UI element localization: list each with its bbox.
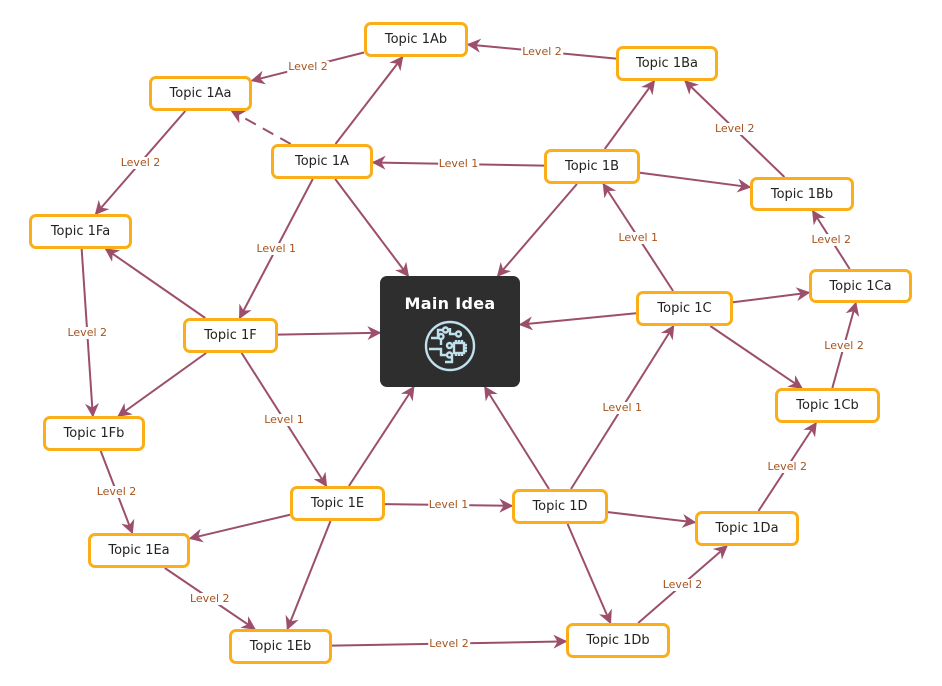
edge-label: Level 1 xyxy=(601,400,644,414)
topic-label: Topic 1D xyxy=(532,499,588,514)
main-idea-title: Main Idea xyxy=(404,294,496,313)
topic-node-1f[interactable]: Topic 1F xyxy=(183,318,278,353)
topic-label: Topic 1Aa xyxy=(169,86,232,101)
edge-1c-to-1ca[interactable] xyxy=(732,287,811,304)
topic-node-1bb[interactable]: Topic 1Bb xyxy=(750,177,854,211)
topic-label: Topic 1B xyxy=(564,159,620,174)
edge-label: Level 2 xyxy=(661,577,704,591)
topic-node-1aa[interactable]: Topic 1Aa xyxy=(149,76,252,111)
topic-node-1fa[interactable]: Topic 1Fa xyxy=(29,214,132,249)
topic-label: Topic 1Fb xyxy=(63,426,125,441)
edge-label: Level 2 xyxy=(521,44,563,58)
topic-node-1b[interactable]: Topic 1B xyxy=(544,149,640,184)
edge-label: Level 1 xyxy=(427,497,470,511)
main-idea-node[interactable]: Main Idea xyxy=(380,276,520,387)
topic-label: Topic 1Ab xyxy=(384,32,448,47)
topic-label: Topic 1Eb xyxy=(249,639,312,654)
topic-node-1e[interactable]: Topic 1E xyxy=(290,486,385,521)
edge-label: Level 2 xyxy=(66,325,109,339)
topic-label: Topic 1E xyxy=(310,496,365,511)
edge-1e-to-1ea[interactable] xyxy=(188,513,291,543)
edge-label: Level 2 xyxy=(95,485,138,498)
edge-1e-to-1eb[interactable] xyxy=(285,520,332,631)
edge-label: Level 2 xyxy=(766,460,809,473)
edge-label: Level 1 xyxy=(617,230,660,244)
topic-node-1ea[interactable]: Topic 1Ea xyxy=(88,533,190,568)
topic-node-1a[interactable]: Topic 1A xyxy=(271,144,373,179)
edge-1a-to-1ab[interactable] xyxy=(334,55,404,145)
topic-node-1eb[interactable]: Topic 1Eb xyxy=(229,629,332,664)
topic-node-1da[interactable]: Topic 1Da xyxy=(695,511,799,546)
edge-1c-to-main[interactable] xyxy=(518,312,637,331)
circuit-chip-icon xyxy=(424,320,476,372)
edge-1d-to-main[interactable] xyxy=(484,385,550,490)
topic-node-1ca[interactable]: Topic 1Ca xyxy=(809,269,912,303)
topic-node-1cb[interactable]: Topic 1Cb xyxy=(775,388,880,423)
topic-node-1fb[interactable]: Topic 1Fb xyxy=(43,416,145,451)
edge-label: Level 1 xyxy=(255,241,298,255)
edge-1c-to-1cb[interactable] xyxy=(709,325,803,389)
edge-1f-to-main[interactable] xyxy=(277,326,382,341)
edge-label: Level 2 xyxy=(287,59,329,73)
edge-1e-to-main[interactable] xyxy=(348,385,415,487)
edge-label: Level 2 xyxy=(823,338,865,352)
topic-label: Topic 1Db xyxy=(586,633,650,648)
topic-label: Topic 1Ba xyxy=(636,56,698,71)
edge-1b-to-1bb[interactable] xyxy=(639,171,752,193)
edge-label: Level 2 xyxy=(428,636,470,650)
edge-label: Level 2 xyxy=(119,155,162,169)
topic-label: Topic 1C xyxy=(657,301,712,316)
edge-label: Level 2 xyxy=(188,591,231,605)
topic-label: Topic 1Bb xyxy=(770,186,834,202)
edge-label: Level 2 xyxy=(713,122,756,135)
topic-label: Topic 1Cb xyxy=(796,398,859,413)
edge-1b-to-main[interactable] xyxy=(496,183,578,278)
topic-label: Topic 1Ea xyxy=(108,543,170,558)
edge-label: Level 1 xyxy=(437,157,480,171)
topic-node-1d[interactable]: Topic 1D xyxy=(512,489,608,524)
edge-1f-to-1fa[interactable] xyxy=(104,248,206,319)
topic-node-1ab[interactable]: Topic 1Ab xyxy=(364,22,468,57)
topic-label: Topic 1F xyxy=(204,328,257,343)
topic-node-1c[interactable]: Topic 1C xyxy=(636,291,733,326)
edge-label: Level 1 xyxy=(263,412,305,426)
edge-label: Level 2 xyxy=(810,233,853,246)
topic-node-1db[interactable]: Topic 1Db xyxy=(566,623,670,658)
edge-1a-to-main[interactable] xyxy=(334,178,410,278)
topic-label: Topic 1Da xyxy=(715,521,779,536)
topic-label: Topic 1Fa xyxy=(50,224,111,239)
edge-1d-to-1da[interactable] xyxy=(607,511,697,528)
topic-label: Topic 1A xyxy=(295,154,349,169)
topic-label: Topic 1Ca xyxy=(829,278,892,294)
edge-1d-to-1db[interactable] xyxy=(566,523,612,625)
topic-node-1ba[interactable]: Topic 1Ba xyxy=(616,46,718,81)
edge-1f-to-1fb[interactable] xyxy=(117,352,207,417)
edge-1a-to-1aa[interactable] xyxy=(230,110,292,145)
edge-1b-to-1ba[interactable] xyxy=(603,79,656,150)
